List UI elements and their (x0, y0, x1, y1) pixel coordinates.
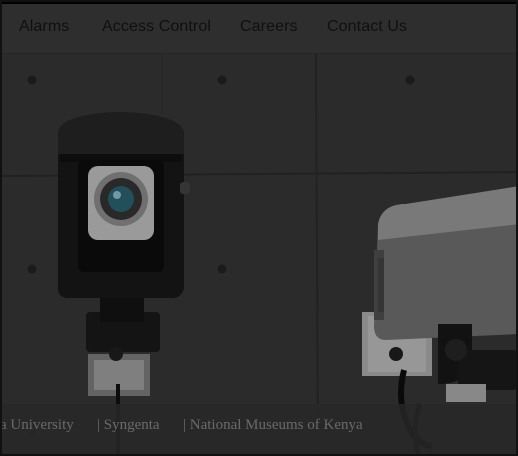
hero-image-cctv-cameras (2, 54, 516, 454)
client-syngenta: | Syngenta (97, 417, 160, 433)
client-university: a University (0, 417, 74, 433)
nav-link-careers[interactable]: Careers (240, 18, 298, 36)
main-navigation: Alarms Access Control Careers Contact Us (2, 2, 516, 54)
hero-banner (2, 54, 516, 454)
page: Alarms Access Control Careers Contact Us (0, 0, 518, 456)
nav-link-alarms[interactable]: Alarms (19, 18, 69, 36)
client-logos-strip: a University | Syngenta | National Museu… (2, 404, 516, 454)
nav-link-access-control[interactable]: Access Control (102, 18, 211, 36)
client-national-museums-of-kenya: | National Museums of Kenya (183, 417, 363, 433)
nav-link-contact-us[interactable]: Contact Us (327, 18, 407, 36)
